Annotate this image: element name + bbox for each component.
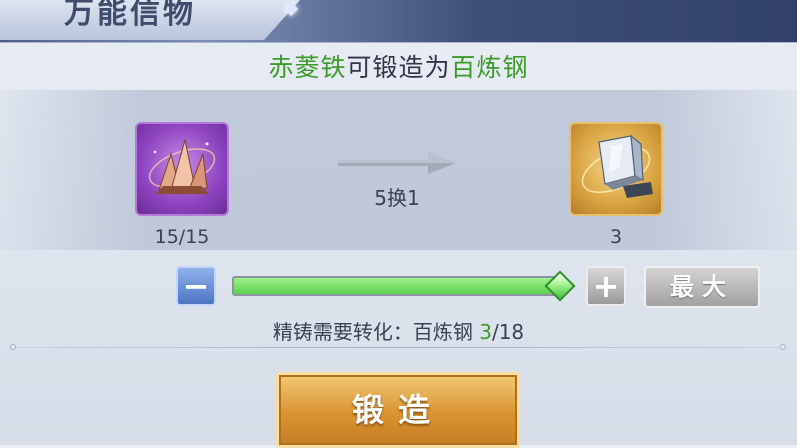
arrow-right-icon [338,152,456,174]
page-title: 万能信物 [64,0,196,31]
divider [12,347,785,348]
copper-crystal-ore-icon [148,139,216,194]
target-item-count: 3 [609,226,623,248]
steel-ingot-icon [581,134,653,198]
conversion-ratio: 5换1 [374,186,420,210]
requirement-label: 精铸需要转化：百炼钢 [272,320,480,344]
divider-end-ornament [780,344,786,350]
target-item-slot[interactable] [569,122,663,216]
decrease-button[interactable]: − [176,266,216,306]
source-item-slot[interactable] [135,122,229,216]
source-item-count: 15/15 [154,226,210,248]
forge-button[interactable]: 锻造 [276,372,520,448]
slider-fill [234,278,558,294]
max-button[interactable]: 最大 [644,266,760,308]
refine-requirement: 精铸需要转化：百炼钢 3/18 [0,316,797,345]
forge-description: 赤菱铁可锻造为百炼钢 [0,48,797,84]
plus-icon: + [592,267,620,305]
divider-end-ornament [10,344,16,350]
requirement-total: /18 [491,320,525,344]
forge-description-text: 可锻造为 [346,53,451,82]
increase-button[interactable]: + [586,266,626,306]
source-material-name: 赤菱铁 [268,53,347,82]
header-bar: 万能信物 [0,0,797,43]
minus-icon: − [182,267,210,305]
quantity-slider[interactable] [232,276,560,296]
requirement-current: 3 [479,320,492,344]
target-material-name: 百炼钢 [450,53,529,82]
